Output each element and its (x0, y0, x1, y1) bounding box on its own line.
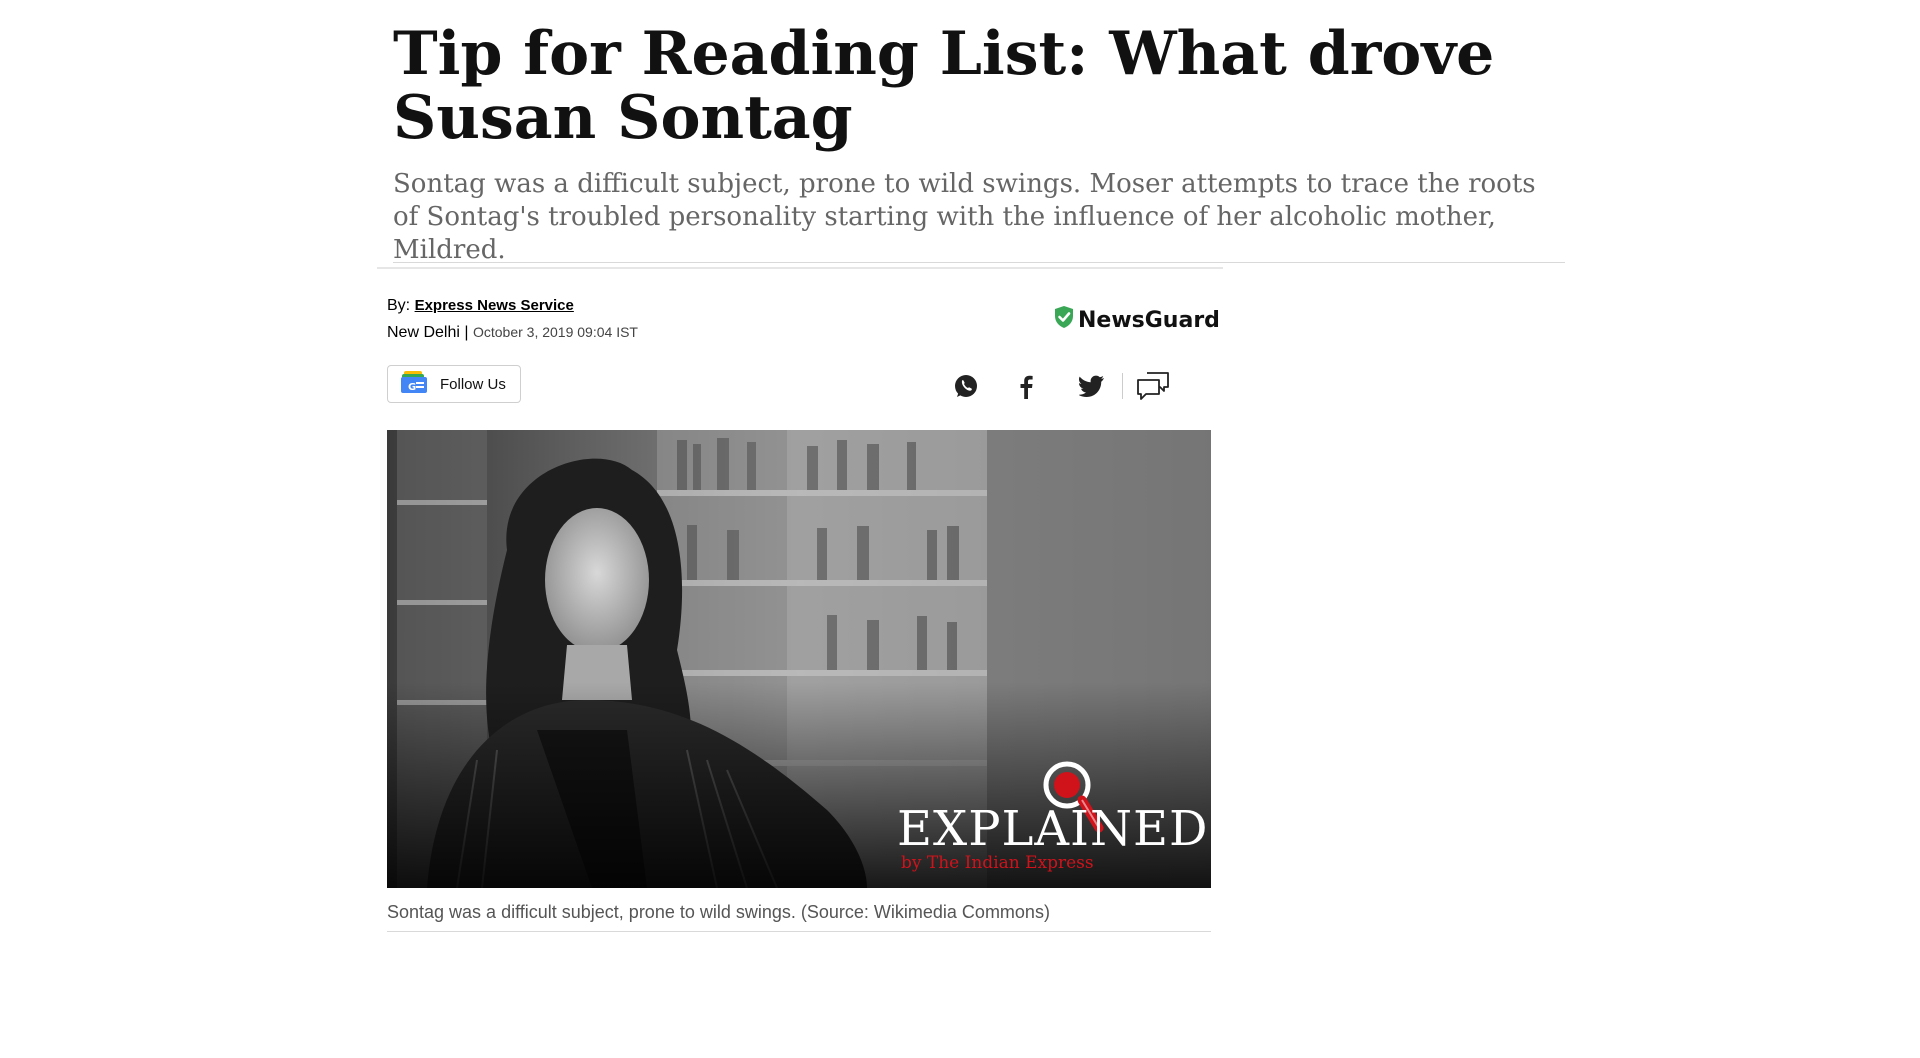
divider (377, 267, 1223, 269)
byline-prefix: By: (387, 297, 411, 314)
image-caption: Sontag was a difficult subject, prone to… (387, 902, 1050, 922)
dateline: New Delhi | October 3, 2019 09:04 IST (387, 324, 638, 342)
facebook-icon[interactable] (1010, 370, 1042, 402)
location: New Delhi (387, 324, 460, 341)
share-bar (950, 368, 1173, 404)
google-news-icon: G (400, 370, 428, 398)
google-news-glyph: G (408, 382, 416, 393)
follow-us-label: Follow Us (440, 375, 506, 393)
hero-image: EXPLAINED by The Indian Express (387, 430, 1211, 888)
author-link[interactable]: Express News Service (415, 297, 574, 314)
explained-logo-text: EXPLAINED (897, 801, 1209, 857)
dateline-separator: | (464, 324, 469, 341)
newsguard-badge[interactable]: NewsGuard (1054, 305, 1220, 335)
whatsapp-icon[interactable] (950, 370, 982, 402)
follow-us-button[interactable]: G Follow Us (387, 365, 521, 403)
divider (387, 931, 1211, 932)
divider (393, 262, 1565, 263)
explained-logo-subtext: by The Indian Express (901, 853, 1094, 873)
share-divider (1122, 373, 1123, 399)
publish-date: October 3, 2019 09:04 IST (472, 324, 638, 340)
shield-check-icon (1054, 305, 1074, 335)
byline: By: Express News Service (387, 297, 574, 315)
newsguard-label: NewsGuard (1078, 307, 1220, 333)
comment-icon[interactable] (1133, 370, 1173, 402)
article-subtitle: Sontag was a difficult subject, prone to… (393, 169, 1536, 265)
twitter-icon[interactable] (1076, 370, 1108, 402)
article-headline: Tip for Reading List: What drove Susan S… (393, 19, 1495, 153)
